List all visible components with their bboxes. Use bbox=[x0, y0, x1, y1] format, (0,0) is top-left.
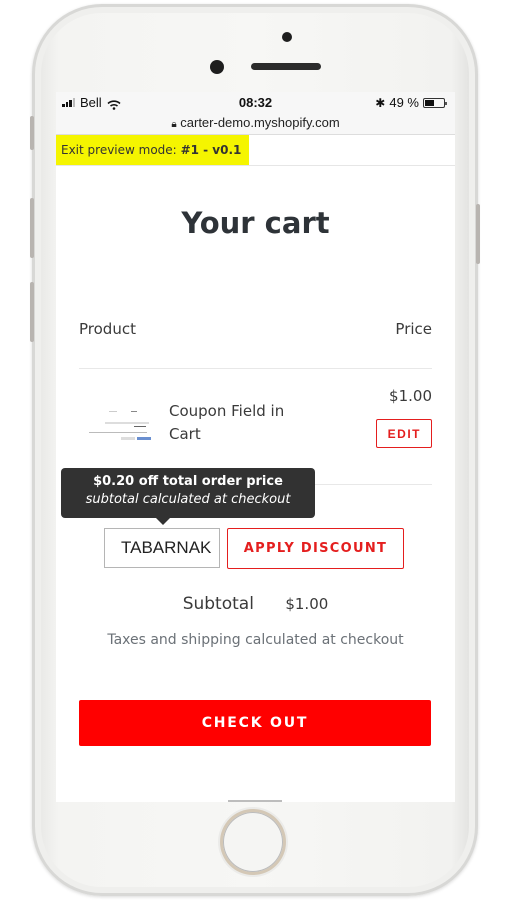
coupon-input[interactable] bbox=[104, 528, 220, 568]
front-camera bbox=[210, 60, 224, 74]
cart-header: Product Price bbox=[79, 320, 432, 369]
cart-content: Your cart Product Price Coupon Field in … bbox=[56, 206, 455, 485]
bluetooth-icon: ✱ bbox=[375, 95, 386, 110]
apply-discount-button[interactable]: APPLY DISCOUNT bbox=[227, 528, 404, 569]
subtotal-row: Subtotal $1.00 bbox=[56, 594, 455, 614]
preview-bar: Exit preview mode: #1 - v0.1 bbox=[56, 135, 455, 166]
lock-icon: 🔒︎ bbox=[171, 119, 177, 130]
product-price: $1.00 bbox=[389, 387, 432, 405]
exit-preview-link[interactable]: Exit preview mode: #1 - v0.1 bbox=[56, 135, 250, 165]
taxes-note: Taxes and shipping calculated at checkou… bbox=[107, 632, 404, 648]
page-title: Your cart bbox=[181, 206, 330, 240]
preview-version: #1 - v0.1 bbox=[180, 143, 242, 157]
earpiece-speaker bbox=[251, 63, 321, 70]
subtotal-label: Subtotal bbox=[182, 594, 254, 614]
status-bar: Bell 08:32 ✱ 49 % bbox=[56, 92, 455, 114]
power-button bbox=[476, 204, 480, 264]
preview-label: Exit preview mode: bbox=[61, 143, 177, 157]
volume-down-button bbox=[30, 282, 34, 342]
volume-up-button bbox=[30, 198, 34, 258]
screen: Bell 08:32 ✱ 49 % 🔒︎ carter-demo.myshopi… bbox=[56, 92, 455, 802]
product-column-header: Product bbox=[79, 320, 136, 338]
checkout-button[interactable]: CHECK OUT bbox=[79, 700, 431, 746]
home-button[interactable] bbox=[223, 812, 283, 872]
price-column-header: Price bbox=[395, 320, 432, 338]
discount-form: APPLY DISCOUNT bbox=[104, 528, 404, 569]
product-thumbnail[interactable] bbox=[79, 407, 153, 447]
product-name[interactable]: Coupon Field in Cart bbox=[169, 400, 299, 460]
tooltip-discount-amount: $0.20 off total order price bbox=[93, 474, 283, 489]
url-bar[interactable]: 🔒︎ carter-demo.myshopify.com bbox=[56, 114, 455, 135]
discount-tooltip: $0.20 off total order price subtotal cal… bbox=[61, 468, 315, 525]
home-indicator bbox=[228, 800, 282, 802]
tooltip-note: subtotal calculated at checkout bbox=[85, 492, 291, 507]
url-text: carter-demo.myshopify.com bbox=[180, 115, 340, 130]
battery-percent: 49 % bbox=[389, 95, 419, 110]
proximity-sensor bbox=[282, 32, 292, 42]
subtotal-value: $1.00 bbox=[285, 595, 329, 613]
battery-icon bbox=[423, 97, 447, 108]
edit-button[interactable]: EDIT bbox=[375, 419, 432, 448]
mute-switch bbox=[30, 116, 34, 150]
